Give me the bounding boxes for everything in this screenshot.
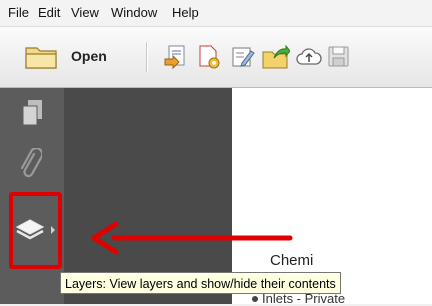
menu-window[interactable]: Window: [111, 6, 157, 20]
attachments-icon[interactable]: [18, 147, 44, 187]
red-arrow-icon: [90, 220, 295, 261]
folder-open-icon[interactable]: [24, 43, 60, 71]
layers-highlight-box: [9, 192, 62, 269]
menu-file[interactable]: File: [8, 6, 29, 20]
menu-bar: File Edit View Window Help: [0, 0, 432, 27]
toolbar: Open: [0, 27, 432, 88]
layers-tooltip: Layers: View layers and show/hide their …: [60, 272, 341, 294]
edit-document-icon[interactable]: [230, 44, 256, 70]
menu-view[interactable]: View: [71, 6, 99, 20]
settings-document-icon[interactable]: [196, 44, 222, 70]
bullet-icon: [252, 296, 258, 302]
menu-edit[interactable]: Edit: [38, 6, 60, 20]
menu-help[interactable]: Help: [172, 6, 199, 20]
save-icon[interactable]: [326, 44, 352, 70]
share-folder-icon[interactable]: [262, 44, 291, 70]
pages-icon[interactable]: [20, 98, 46, 133]
open-button[interactable]: Open: [71, 48, 107, 64]
create-pdf-icon[interactable]: [163, 44, 189, 70]
cloud-upload-icon[interactable]: [296, 44, 322, 70]
toolbar-separator: [146, 42, 147, 72]
